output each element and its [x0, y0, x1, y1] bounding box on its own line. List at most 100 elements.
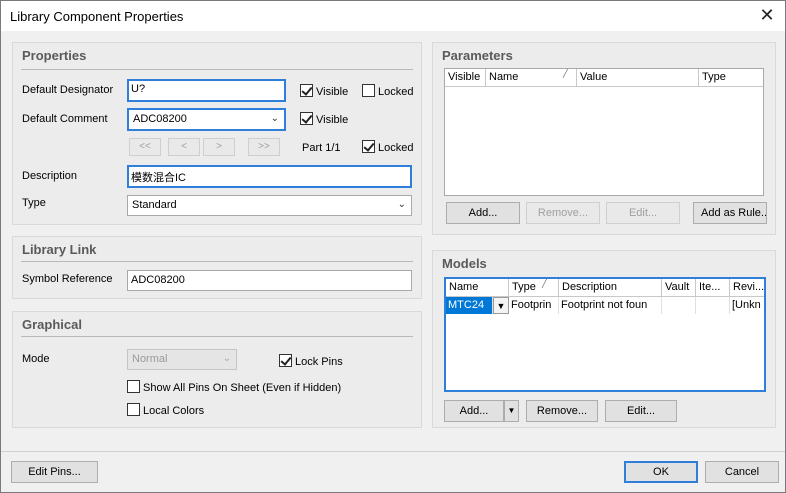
- button-label: Add...: [468, 207, 498, 219]
- properties-group: Properties Default Designator U? Visible…: [12, 42, 422, 225]
- model-dropdown[interactable]: ▼: [493, 297, 509, 314]
- button-label: Remove...: [537, 207, 589, 219]
- divider: [21, 261, 413, 262]
- ok-button[interactable]: OK: [624, 461, 698, 483]
- checkbox-label: Visible: [316, 114, 349, 126]
- show-all-pins-checkbox[interactable]: Show All Pins On Sheet (Even if Hidden): [127, 380, 341, 394]
- next-part-button[interactable]: >: [203, 138, 235, 156]
- type-select[interactable]: Standard ⌄: [127, 195, 412, 216]
- sort-icon: ╱: [542, 279, 547, 288]
- checkbox-label: Show All Pins On Sheet (Even if Hidden): [143, 382, 342, 394]
- comment-visible-checkbox[interactable]: Visible: [300, 112, 348, 126]
- checkbox-box[interactable]: [279, 354, 292, 367]
- models-table[interactable]: Name Type ╱ Description Vault Ite... Rev…: [444, 277, 766, 392]
- column-header-description[interactable]: Description: [559, 279, 662, 297]
- type-label: Type: [22, 197, 46, 209]
- column-header-visible[interactable]: Visible: [445, 69, 486, 87]
- mode-value: Normal: [132, 353, 168, 365]
- column-header-type[interactable]: Type: [699, 69, 763, 87]
- column-header-revision[interactable]: Revi...: [730, 279, 764, 297]
- last-part-button[interactable]: >>: [248, 138, 280, 156]
- models-add-dropdown[interactable]: ▼: [504, 400, 519, 422]
- part-indicator: Part 1/1: [302, 142, 341, 154]
- chevron-down-icon[interactable]: ⌄: [271, 113, 279, 124]
- model-name-cell[interactable]: MTC24: [446, 297, 493, 314]
- button-label: Remove...: [536, 405, 588, 417]
- symbol-reference-field[interactable]: ADC08200: [127, 270, 412, 291]
- button-label: Edit...: [628, 207, 658, 219]
- models-group: Models Name Type ╱ Description Vault Ite…: [432, 250, 776, 428]
- cancel-button[interactable]: Cancel: [705, 461, 779, 483]
- close-icon[interactable]: ✕: [757, 6, 777, 26]
- local-colors-checkbox[interactable]: Local Colors: [127, 403, 204, 417]
- column-header-item[interactable]: Ite...: [696, 279, 730, 297]
- button-label: Edit...: [626, 405, 656, 417]
- symbol-reference-label: Symbol Reference: [22, 273, 113, 285]
- column-header-vault[interactable]: Vault: [662, 279, 696, 297]
- edit-pins-button[interactable]: Edit Pins...: [11, 461, 98, 483]
- checkbox-label: Locked: [378, 86, 414, 98]
- designator-field[interactable]: U?: [127, 79, 286, 102]
- table-row[interactable]: MTC24 ▼ Footprin Footprint not foun [Unk…: [446, 297, 764, 314]
- mode-label: Mode: [22, 353, 50, 365]
- divider: [21, 336, 413, 337]
- parameters-group: Parameters Visible Name ╱ Value Type Add…: [432, 42, 776, 235]
- divider: [21, 69, 413, 70]
- chevron-down-icon[interactable]: ⌄: [398, 199, 406, 210]
- button-label: Add...: [459, 405, 489, 417]
- button-label: Edit Pins...: [28, 466, 81, 478]
- designator-locked-checkbox[interactable]: Locked: [362, 84, 413, 98]
- footer-divider: [1, 451, 785, 452]
- checkbox-box[interactable]: [362, 140, 375, 153]
- comment-label: Default Comment: [22, 113, 108, 125]
- model-vault-cell[interactable]: [662, 297, 696, 314]
- checkbox-label: Locked: [378, 142, 414, 154]
- model-type-cell[interactable]: Footprin: [509, 297, 559, 314]
- models-title: Models: [442, 256, 487, 271]
- library-link-title: Library Link: [22, 242, 97, 257]
- chevron-down-icon[interactable]: ▼: [508, 406, 516, 415]
- add-as-rule-button[interactable]: Add as Rule...: [693, 202, 767, 224]
- column-header-value[interactable]: Value: [577, 69, 699, 87]
- library-link-group: Library Link Symbol Reference ADC08200: [12, 236, 422, 299]
- models-edit-button[interactable]: Edit...: [605, 400, 677, 422]
- graphical-group: Graphical Mode Normal ⌄ Lock Pins Show A…: [12, 311, 422, 428]
- parameters-edit-button[interactable]: Edit...: [606, 202, 680, 224]
- parameters-title: Parameters: [442, 48, 513, 63]
- sort-icon: ╱: [563, 69, 568, 78]
- comment-field[interactable]: ADC08200 ⌄: [127, 108, 286, 131]
- parameters-table[interactable]: Visible Name ╱ Value Type: [444, 68, 764, 196]
- checkbox-box[interactable]: [127, 380, 140, 393]
- parameters-remove-button[interactable]: Remove...: [526, 202, 600, 224]
- type-value: Standard: [132, 199, 177, 211]
- lock-pins-checkbox[interactable]: Lock Pins: [279, 354, 343, 368]
- model-revision-cell[interactable]: [Unkn: [730, 297, 764, 314]
- button-label: Cancel: [724, 466, 760, 478]
- models-add-button[interactable]: Add...: [444, 400, 504, 422]
- dropdown-arrow-icon[interactable]: ▼: [497, 301, 506, 311]
- mode-select[interactable]: Normal ⌄: [127, 349, 237, 370]
- designator-visible-checkbox[interactable]: Visible: [300, 84, 348, 98]
- checkbox-box[interactable]: [300, 112, 313, 125]
- description-field[interactable]: 模数混合IC: [127, 165, 412, 188]
- comment-value: ADC08200: [133, 113, 187, 125]
- checkbox-box[interactable]: [362, 84, 375, 97]
- prev-part-button[interactable]: <: [168, 138, 200, 156]
- dialog-title: Library Component Properties: [10, 9, 184, 24]
- column-header-type[interactable]: Type: [509, 279, 559, 297]
- checkbox-label: Local Colors: [143, 405, 205, 417]
- checkbox-label: Visible: [316, 86, 349, 98]
- button-label: Add as Rule...: [701, 207, 767, 219]
- part-locked-checkbox[interactable]: Locked: [362, 140, 413, 154]
- description-label: Description: [22, 170, 78, 182]
- checkbox-box[interactable]: [300, 84, 313, 97]
- checkbox-box[interactable]: [127, 403, 140, 416]
- column-header-name[interactable]: Name: [446, 279, 509, 297]
- parameters-add-button[interactable]: Add...: [446, 202, 520, 224]
- models-remove-button[interactable]: Remove...: [526, 400, 598, 422]
- model-description-cell[interactable]: Footprint not foun: [559, 297, 662, 314]
- chevron-down-icon: ⌄: [222, 353, 231, 364]
- first-part-button[interactable]: <<: [129, 138, 161, 156]
- button-label: OK: [653, 466, 669, 478]
- model-item-cell[interactable]: [696, 297, 730, 314]
